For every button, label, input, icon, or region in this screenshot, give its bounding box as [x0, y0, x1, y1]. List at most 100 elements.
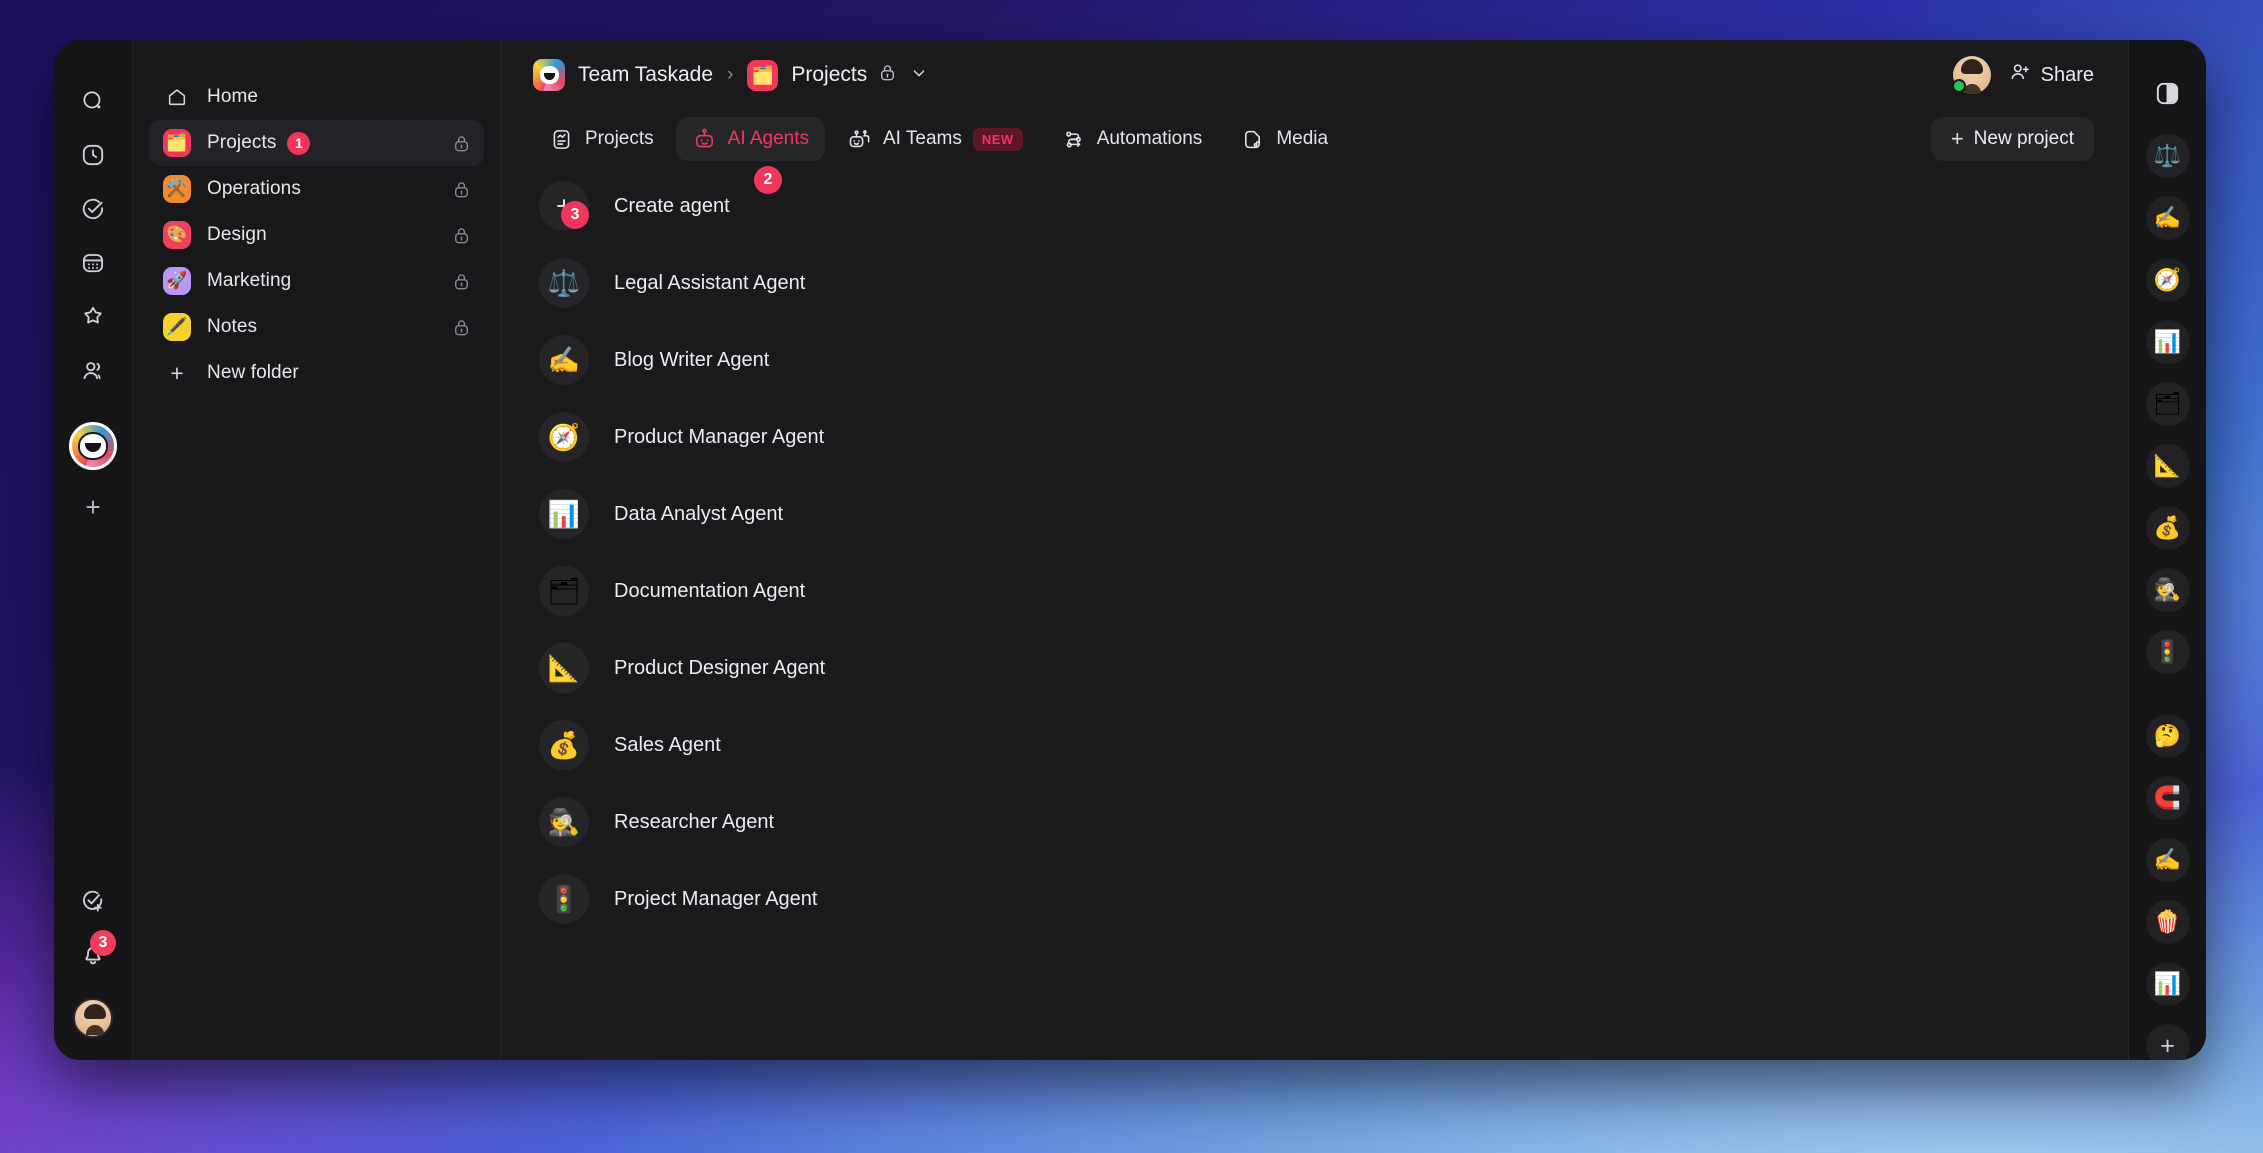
marker-2: 2: [754, 166, 782, 194]
folder-sidebar: Home 🗂️ Projects 1 ⚒️ Operations 🎨 Desig…: [132, 40, 500, 1060]
panel-toggle-icon[interactable]: [2154, 80, 2181, 112]
user-avatar[interactable]: [73, 998, 113, 1038]
rail-magnet-agent-icon[interactable]: 🧲: [2146, 776, 2190, 820]
sidebar-item-label: Design: [207, 224, 267, 246]
lock-icon: [453, 226, 470, 245]
agent-name: Documentation Agent: [614, 580, 805, 603]
home-icon: [163, 86, 191, 108]
rail-popcorn-agent-icon[interactable]: 🍿: [2146, 900, 2190, 944]
sales-agent-icon: 💰: [539, 720, 589, 770]
breadcrumb-workspace[interactable]: Team Taskade: [578, 63, 713, 87]
product-designer-agent-icon: 📐: [539, 643, 589, 693]
rail-researcher-agent-icon[interactable]: 🕵️: [2146, 568, 2190, 612]
rail-add-button[interactable]: +: [2146, 1024, 2190, 1060]
media-file-icon: [1240, 127, 1265, 152]
add-task-icon[interactable]: [70, 878, 116, 924]
agent-row[interactable]: 📐 Product Designer Agent: [501, 640, 2128, 696]
agent-row[interactable]: 🗂 Documentation Agent: [501, 563, 2128, 619]
workspace-logo-icon: [533, 59, 565, 91]
sidebar-item-marketing[interactable]: 🚀 Marketing: [149, 258, 484, 304]
new-project-button[interactable]: + New project: [1931, 117, 2094, 161]
folder-emoji-icon: 🎨: [163, 221, 191, 249]
share-button[interactable]: Share: [2009, 61, 2094, 89]
agent-list: + Create agent ⚖️ Legal Assistant Agent …: [501, 168, 2128, 927]
rail-project-manager-agent-icon[interactable]: 🚦: [2146, 630, 2190, 674]
tab-label: Projects: [585, 128, 654, 150]
top-bar-actions: Share: [1953, 56, 2094, 94]
rail-documentation-agent-icon[interactable]: 🗂: [2146, 382, 2190, 426]
agent-name: Data Analyst Agent: [614, 503, 783, 526]
marker-3: 3: [561, 201, 589, 229]
rail-legal-assistant-agent-icon[interactable]: ⚖️: [2146, 134, 2190, 178]
data-analyst-agent-icon: 📊: [539, 489, 589, 539]
breadcrumb-project-emoji-icon: 🗂️: [747, 60, 778, 91]
sidebar-item-label: Projects: [207, 132, 276, 154]
agent-name: Create agent: [614, 195, 730, 218]
rail-product-manager-agent-icon[interactable]: 🧭: [2146, 258, 2190, 302]
agent-name: Legal Assistant Agent: [614, 272, 805, 295]
tab-label: Media: [1276, 128, 1328, 150]
recent-clock-icon[interactable]: [70, 132, 116, 178]
new-folder-button[interactable]: + New folder: [149, 350, 484, 396]
tab-bar: Projects AI Agents AI Teams NEW Auto: [501, 110, 2128, 168]
top-bar: Team Taskade › 🗂️ Projects: [501, 40, 2128, 110]
folder-emoji-icon: 🚀: [163, 267, 191, 295]
rail-analytics-agent-icon[interactable]: 📊: [2146, 962, 2190, 1006]
agent-row[interactable]: 🧭 Product Manager Agent: [501, 409, 2128, 465]
sidebar-item-label: Notes: [207, 316, 257, 338]
tasks-check-icon[interactable]: [70, 186, 116, 232]
add-workspace-button[interactable]: +: [70, 484, 116, 530]
tab-media[interactable]: Media: [1224, 117, 1344, 161]
rail-data-analyst-agent-icon[interactable]: 📊: [2146, 320, 2190, 364]
product-manager-agent-icon: 🧭: [539, 412, 589, 462]
chevron-down-icon[interactable]: [910, 64, 928, 87]
sidebar-item-notes[interactable]: 🖋️ Notes: [149, 304, 484, 350]
rail-sales-agent-icon[interactable]: 💰: [2146, 506, 2190, 550]
breadcrumb-project[interactable]: Projects: [791, 63, 867, 87]
robot-icon: [692, 127, 717, 152]
tab-projects[interactable]: Projects: [533, 117, 670, 161]
calendar-icon[interactable]: [70, 240, 116, 286]
plus-icon: +: [163, 360, 191, 387]
sidebar-item-label: Home: [207, 86, 258, 108]
notifications-bell-icon[interactable]: 3: [70, 932, 116, 978]
agent-name: Project Manager Agent: [614, 888, 817, 911]
create-agent-row[interactable]: + Create agent: [501, 178, 2128, 234]
agent-row[interactable]: ⚖️ Legal Assistant Agent: [501, 255, 2128, 311]
lock-icon: [453, 318, 470, 337]
sidebar-item-projects[interactable]: 🗂️ Projects 1: [149, 120, 484, 166]
add-person-icon: [2009, 61, 2041, 89]
breadcrumb[interactable]: Team Taskade › 🗂️ Projects: [533, 59, 928, 91]
sidebar-item-home[interactable]: Home: [149, 74, 484, 120]
agent-row[interactable]: ✍️ Blog Writer Agent: [501, 332, 2128, 388]
document-icon: [549, 127, 574, 152]
agent-name: Product Manager Agent: [614, 426, 824, 449]
tab-automations[interactable]: Automations: [1045, 117, 1219, 161]
favorites-star-icon[interactable]: [70, 294, 116, 340]
tab-ai-teams[interactable]: AI Teams NEW: [831, 117, 1039, 161]
sidebar-item-design[interactable]: 🎨 Design: [149, 212, 484, 258]
left-icon-rail: + 3: [54, 40, 132, 1060]
researcher-agent-icon: 🕵️: [539, 797, 589, 847]
workspace-avatar[interactable]: [69, 422, 117, 470]
agent-name: Product Designer Agent: [614, 657, 825, 680]
folder-emoji-icon: 🖋️: [163, 313, 191, 341]
agent-row[interactable]: 🚦 Project Manager Agent: [501, 871, 2128, 927]
people-icon[interactable]: [70, 348, 116, 394]
folder-emoji-icon: 🗂️: [163, 129, 191, 157]
tab-ai-agents[interactable]: AI Agents: [676, 117, 825, 161]
robot-group-icon: [847, 127, 872, 152]
agent-row[interactable]: 📊 Data Analyst Agent: [501, 486, 2128, 542]
rail-thinking-agent-icon[interactable]: 🤔: [2146, 714, 2190, 758]
automation-icon: [1061, 127, 1086, 152]
sidebar-item-operations[interactable]: ⚒️ Operations: [149, 166, 484, 212]
presence-avatar[interactable]: [1953, 56, 1991, 94]
agent-row[interactable]: 💰 Sales Agent: [501, 717, 2128, 773]
lock-icon: [879, 63, 896, 87]
agent-row[interactable]: 🕵️ Researcher Agent: [501, 794, 2128, 850]
sidebar-item-label: Operations: [207, 178, 301, 200]
rail-blog-writer-agent-icon[interactable]: ✍️: [2146, 196, 2190, 240]
rail-product-designer-agent-icon[interactable]: 📐: [2146, 444, 2190, 488]
search-icon[interactable]: [70, 78, 116, 124]
rail-writer-agent-icon[interactable]: ✍️: [2146, 838, 2190, 882]
